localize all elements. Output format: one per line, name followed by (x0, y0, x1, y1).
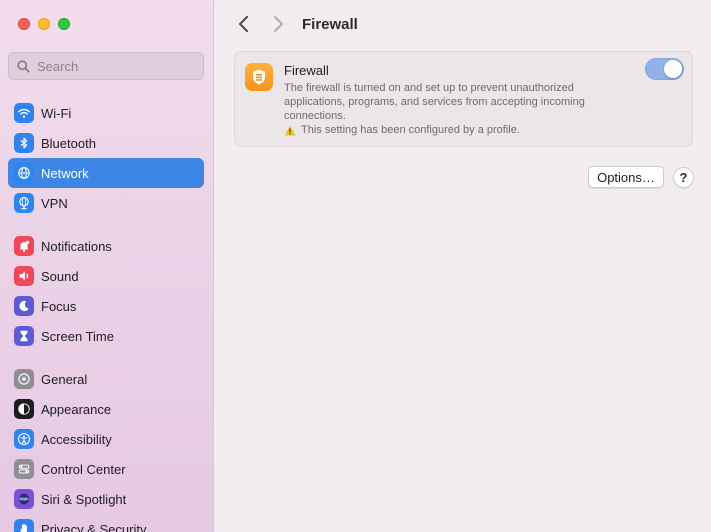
vpn-globe-icon (14, 193, 34, 213)
sidebar-item-label: VPN (41, 195, 68, 211)
main-pane: Firewall Firewall The firewall is turned… (214, 0, 711, 532)
sidebar-item-label: Focus (41, 298, 77, 314)
profile-warning: This setting has been configured by a pr… (284, 124, 520, 136)
sidebar-item-siri-spotlight[interactable]: Siri & Spotlight (8, 484, 204, 514)
sidebar-item-control-center[interactable]: Control Center (8, 454, 204, 484)
wifi-icon (14, 103, 34, 123)
gear-icon (14, 369, 34, 389)
sidebar-item-screen-time[interactable]: Screen Time (8, 321, 204, 351)
siri-icon (14, 489, 34, 509)
page-title: Firewall (302, 16, 358, 33)
bluetooth-icon (14, 133, 34, 153)
bell-icon (14, 236, 34, 256)
sidebar-group: Wi-Fi Bluetooth Network VPN (8, 98, 204, 218)
chevron-left-icon (239, 16, 248, 32)
sidebar-item-label: Control Center (41, 461, 126, 477)
sidebar-item-label: Privacy & Security (41, 521, 147, 532)
firewall-card: Firewall The firewall is turned on and s… (234, 51, 693, 147)
sidebar-item-vpn[interactable]: VPN (8, 188, 204, 218)
moon-icon (14, 296, 34, 316)
sidebar-item-label: Siri & Spotlight (41, 491, 127, 507)
options-button[interactable]: Options… (588, 166, 664, 188)
sidebar-item-privacy-security[interactable]: Privacy & Security (8, 514, 204, 532)
minimize-window-button[interactable] (38, 18, 50, 30)
sidebar-item-sound[interactable]: Sound (8, 261, 204, 291)
firewall-description: The firewall is turned on and set up to … (284, 82, 585, 122)
sidebar-nav: Wi-Fi Bluetooth Network VPN Notifications Sou… (8, 98, 204, 532)
firewall-heading: Firewall (284, 63, 329, 78)
sidebar-group: Notifications Sound Focus Screen Time (8, 231, 204, 351)
search-icon (17, 59, 30, 73)
forward-button[interactable] (266, 12, 290, 36)
toggle-knob (664, 60, 682, 78)
profile-warning-text: This setting has been configured by a pr… (301, 124, 520, 136)
globe-icon (14, 163, 34, 183)
system-settings-window: Wi-Fi Bluetooth Network VPN Notifications Sou… (0, 0, 711, 532)
sidebar-item-label: Notifications (41, 238, 112, 254)
sidebar-item-general[interactable]: General (8, 364, 204, 394)
zoom-window-button[interactable] (58, 18, 70, 30)
firewall-shield-icon (245, 63, 273, 91)
sidebar-item-focus[interactable]: Focus (8, 291, 204, 321)
sidebar-item-bluetooth[interactable]: Bluetooth (8, 128, 204, 158)
window-controls (18, 18, 70, 30)
sidebar-item-label: Network (41, 165, 89, 181)
sidebar-item-notifications[interactable]: Notifications (8, 231, 204, 261)
appearance-icon (14, 399, 34, 419)
sidebar-item-appearance[interactable]: Appearance (8, 394, 204, 424)
sidebar-item-label: Sound (41, 268, 79, 284)
warning-icon (284, 125, 296, 135)
firewall-toggle[interactable] (645, 58, 684, 80)
sidebar-item-label: Bluetooth (41, 135, 96, 151)
sidebar-item-label: General (41, 371, 88, 387)
speaker-icon (14, 266, 34, 286)
sidebar-item-label: Accessibility (41, 431, 112, 447)
sidebar-item-label: Appearance (41, 401, 112, 417)
search-field[interactable] (8, 52, 204, 80)
toolbar: Firewall (214, 0, 711, 50)
hourglass-icon (14, 326, 34, 346)
sidebar-item-wi-fi[interactable]: Wi-Fi (8, 98, 204, 128)
control-center-icon (14, 459, 34, 479)
chevron-right-icon (274, 16, 283, 32)
sidebar-item-accessibility[interactable]: Accessibility (8, 424, 204, 454)
close-window-button[interactable] (18, 18, 30, 30)
back-button[interactable] (232, 12, 256, 36)
sidebar-item-label: Screen Time (41, 328, 114, 344)
search-input[interactable] (37, 58, 197, 74)
hand-icon (14, 519, 34, 532)
accessibility-icon (14, 429, 34, 449)
sidebar-item-network[interactable]: Network (8, 158, 204, 188)
help-button[interactable]: ? (673, 167, 694, 188)
sidebar-group: General Appearance Accessibility Control Ce… (8, 364, 204, 532)
sidebar: Wi-Fi Bluetooth Network VPN Notifications Sou… (0, 0, 214, 532)
sidebar-item-label: Wi-Fi (41, 105, 72, 121)
